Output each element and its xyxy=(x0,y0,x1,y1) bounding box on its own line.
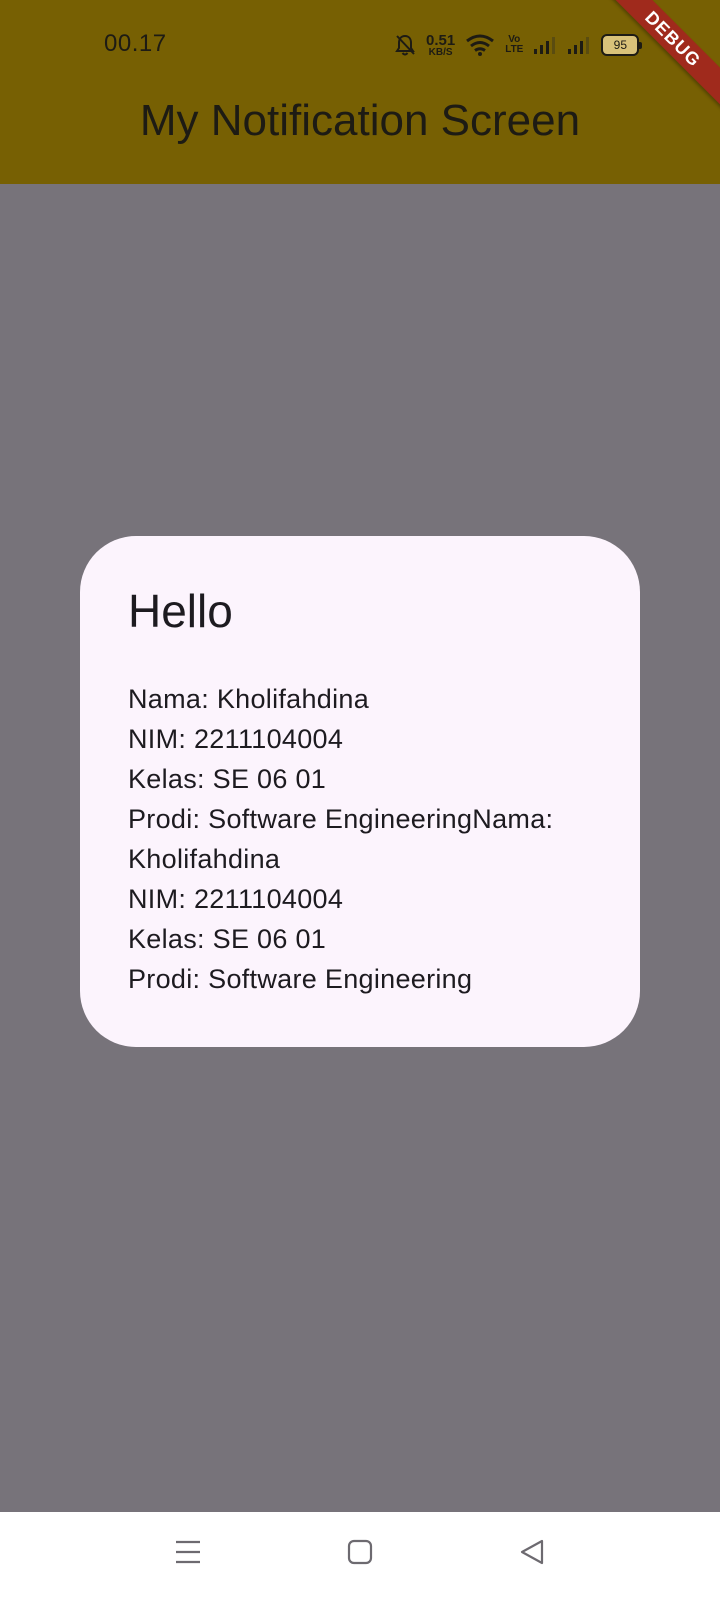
back-button[interactable] xyxy=(512,1534,552,1574)
volte-bottom: LTE xyxy=(505,44,524,55)
bell-off-icon xyxy=(394,33,416,57)
dialog-title: Hello xyxy=(128,585,233,637)
wifi-icon xyxy=(465,33,495,57)
home-button[interactable] xyxy=(340,1534,380,1574)
notification-dialog: Hello Nama: Kholifahdina NIM: 2211104004… xyxy=(80,536,640,1047)
volte-icon: Vo LTE xyxy=(505,35,523,55)
status-time: 00.17 xyxy=(104,30,167,57)
net-speed-value: 0.51 xyxy=(426,31,456,49)
back-icon xyxy=(518,1538,546,1571)
dialog-content: Nama: Kholifahdina NIM: 2211104004 Kelas… xyxy=(128,684,554,995)
debug-banner: DEBUG xyxy=(600,0,720,120)
net-speed: 0.51 KB/S xyxy=(426,33,455,58)
debug-banner-label: DEBUG xyxy=(603,0,720,109)
menu-button[interactable] xyxy=(168,1534,208,1574)
signal-icon xyxy=(567,35,591,55)
menu-icon xyxy=(174,1539,202,1570)
net-speed-unit: KB/S xyxy=(428,46,453,58)
home-icon xyxy=(346,1538,374,1571)
signal-icon xyxy=(533,35,557,55)
system-nav-bar xyxy=(0,1512,720,1600)
